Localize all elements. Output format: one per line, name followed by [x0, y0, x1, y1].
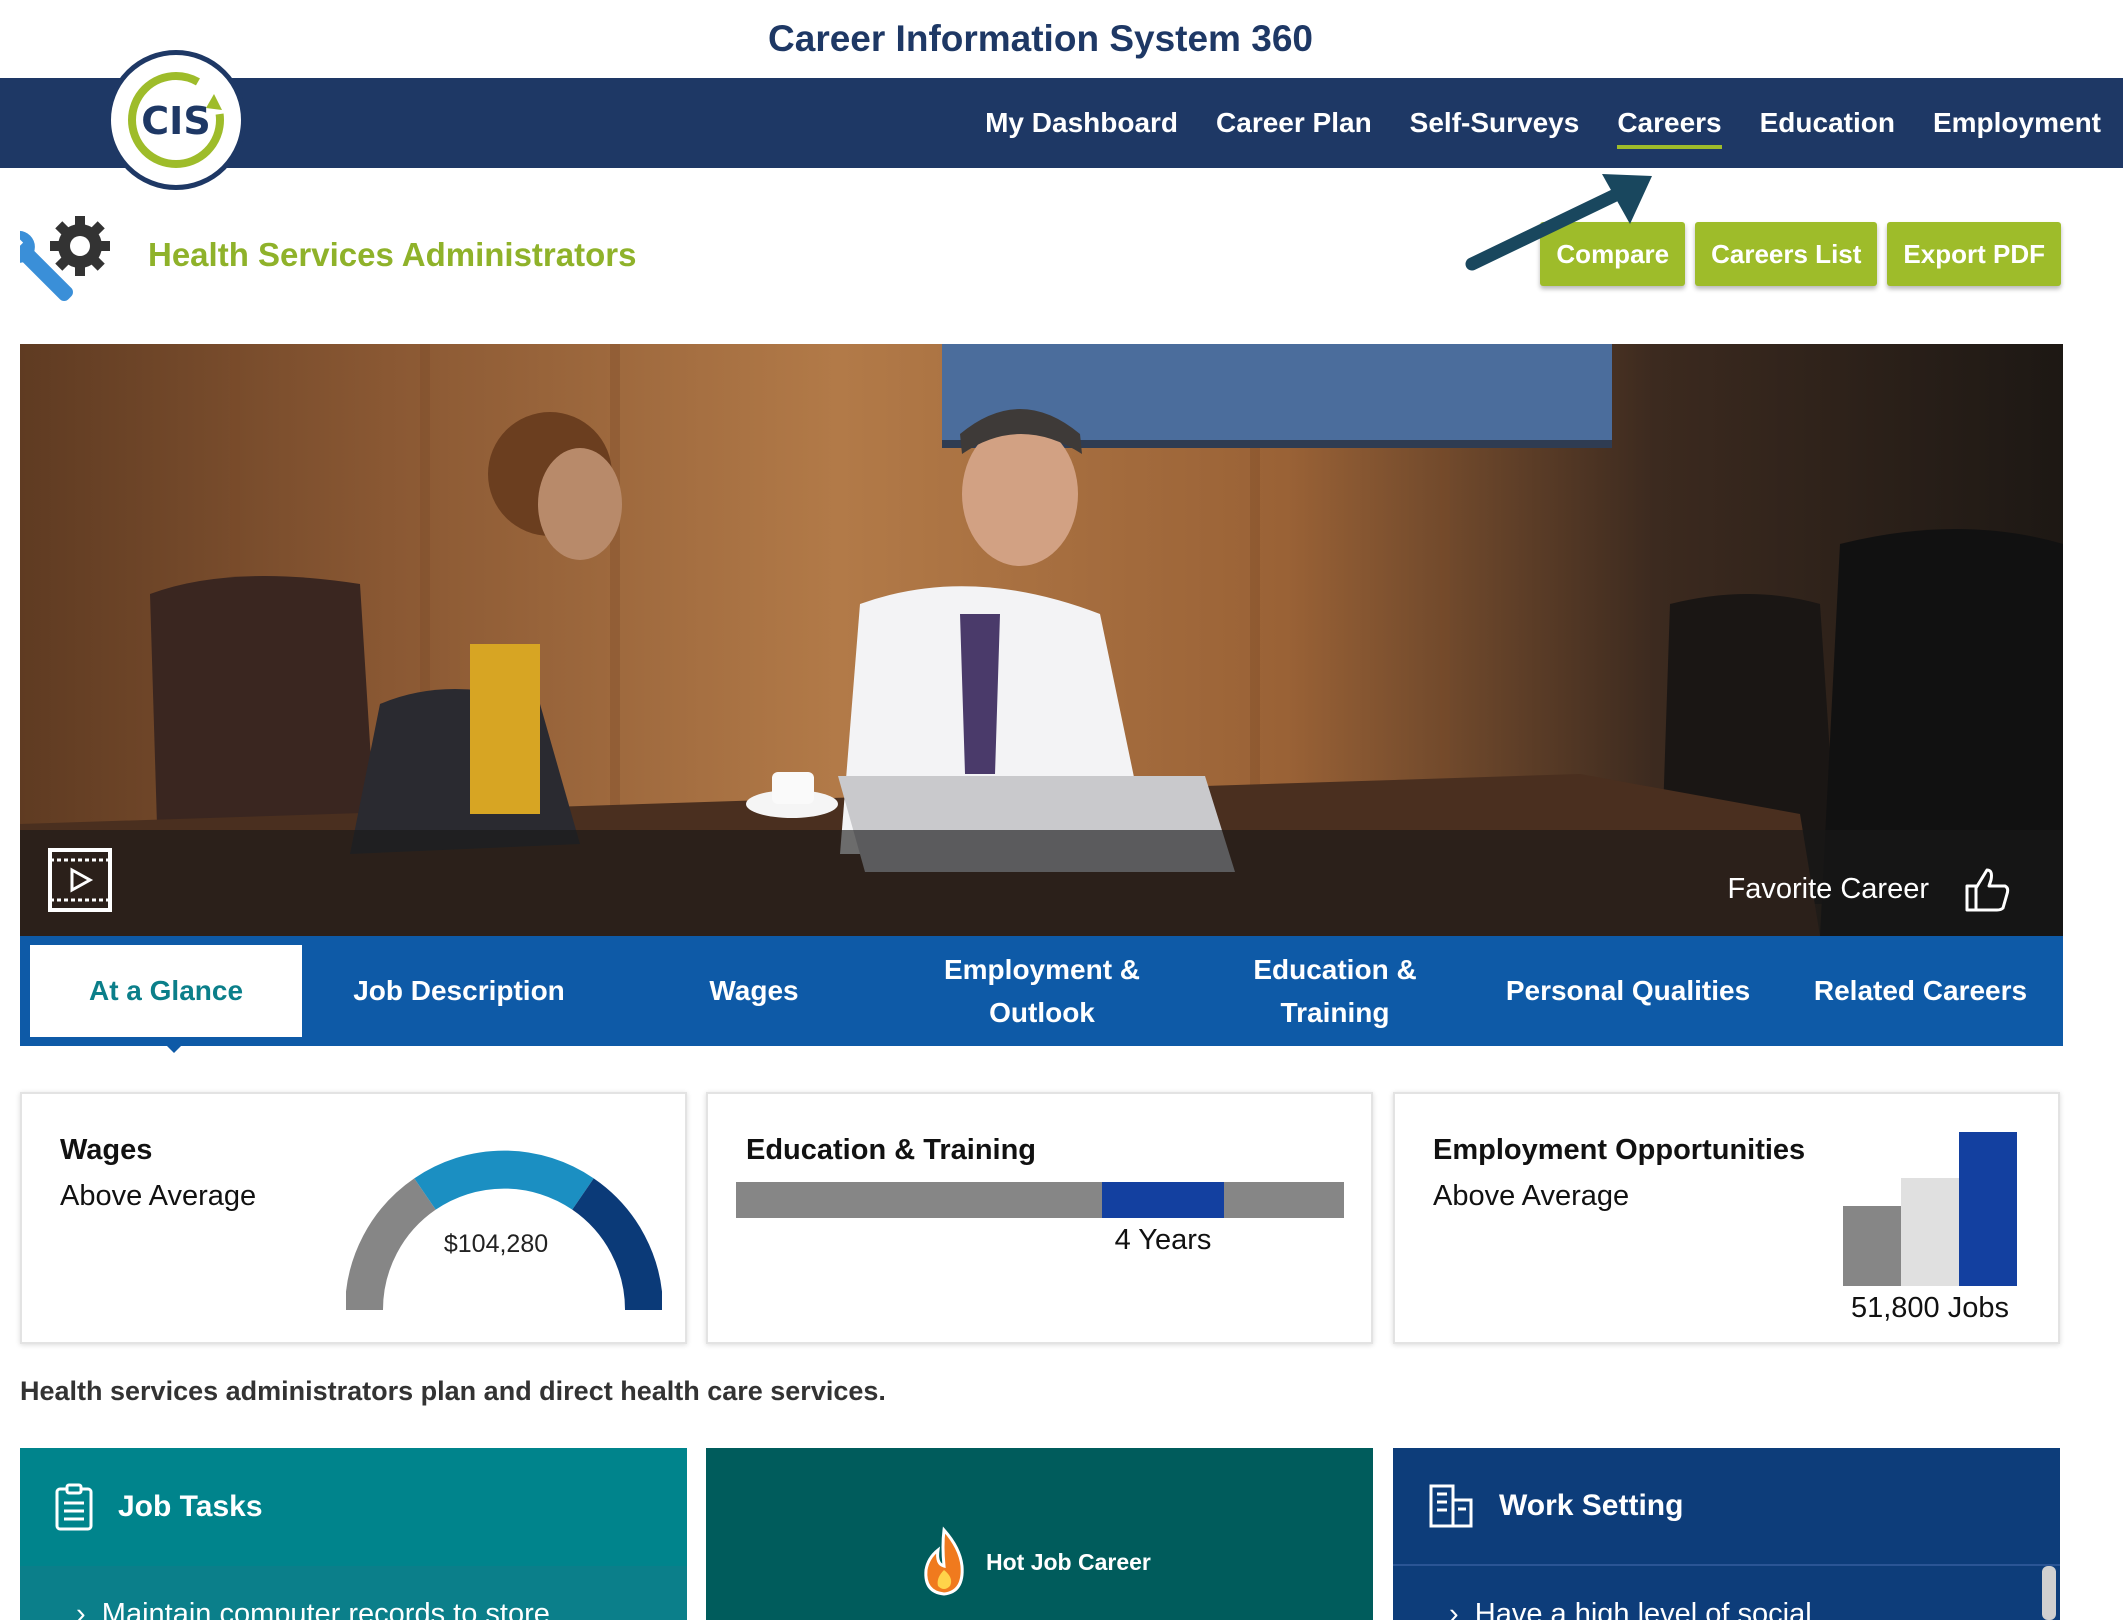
cis-logo[interactable]: CIS [106, 50, 246, 190]
career-header: Health Services Administrators [0, 200, 637, 311]
employment-level: Above Average [1433, 1180, 1630, 1212]
flame-icon [924, 1526, 964, 1596]
job-tasks-header: Job Tasks [20, 1448, 687, 1566]
employment-card-title: Employment Opportunities [1433, 1134, 1806, 1166]
employment-bar-high [1959, 1132, 2017, 1286]
annotation-arrow-icon [1465, 174, 1652, 271]
tab-wages[interactable]: Wages [616, 945, 892, 1037]
chevron-right-icon: › [1449, 1598, 1475, 1620]
tab-education-training[interactable]: Education & Training [1192, 945, 1478, 1037]
hot-job-badge: Hot Job Career [916, 1526, 1151, 1598]
job-tasks-panel[interactable]: Job Tasks › Maintain computer records to… [20, 1448, 687, 1620]
job-tasks-item-text: Maintain computer records to store [101, 1598, 550, 1620]
wages-value: $104,280 [444, 1230, 548, 1258]
top-navigation: My Dashboard Career Plan Self-Surveys Ca… [0, 78, 2123, 168]
tab-employment-outlook-line1: Employment & [943, 953, 1141, 985]
work-setting-title: Work Setting [1499, 1489, 1684, 1522]
career-hero-image: Favorite Career [20, 344, 2063, 936]
work-setting-item-text: Have a high level of social [1474, 1598, 1812, 1620]
tab-personal-qualities[interactable]: Personal Qualities [1478, 945, 1778, 1037]
careers-list-button[interactable]: Careers List [1695, 222, 1878, 286]
video-play-icon[interactable] [48, 848, 112, 912]
thumbs-up-icon [1965, 868, 2010, 912]
wages-level: Above Average [60, 1180, 257, 1212]
education-card[interactable]: Education & Training 4 Years [706, 1092, 1373, 1344]
work-setting-scrollbar[interactable] [2042, 1566, 2056, 1620]
employment-value: 51,800 Jobs [1850, 1292, 2009, 1324]
nav-my-dashboard[interactable]: My Dashboard [985, 101, 1178, 145]
nav-careers[interactable]: Careers [1617, 101, 1722, 149]
tab-employment-outlook[interactable]: Employment & Outlook [892, 945, 1192, 1037]
career-summary: Health services administrators plan and … [20, 1376, 886, 1406]
job-tasks-item[interactable]: › Maintain computer records to store [76, 1598, 550, 1620]
tab-education-training-line1: Education & [1253, 953, 1417, 985]
education-bar-fill [1102, 1182, 1224, 1218]
education-card-title: Education & Training [746, 1134, 1037, 1166]
wages-card-title: Wages [60, 1134, 153, 1166]
employment-bar-low [1843, 1206, 1901, 1286]
app-title: Career Information System 360 [768, 18, 1313, 59]
cis-logo-text: CIS [141, 99, 210, 143]
work-setting-panel[interactable]: Work Setting › Have a high level of soci… [1393, 1448, 2060, 1620]
export-pdf-button[interactable]: Export PDF [1887, 222, 2061, 286]
hot-job-panel: Hot Job Career [706, 1448, 1373, 1620]
hot-job-label: Hot Job Career [986, 1548, 1151, 1575]
nav-education[interactable]: Education [1760, 101, 1895, 145]
employment-card[interactable]: Employment Opportunities Above Average 5… [1393, 1092, 2060, 1344]
work-setting-header: Work Setting [1393, 1448, 2060, 1566]
career-title: Health Services Administrators [148, 236, 637, 273]
wages-gauge: $104,280 [346, 1150, 662, 1310]
building-icon [1429, 1484, 1473, 1528]
tools-icon [0, 200, 126, 311]
nav-self-surveys[interactable]: Self-Surveys [1410, 101, 1580, 145]
job-tasks-title: Job Tasks [118, 1490, 263, 1523]
tab-job-description[interactable]: Job Description [302, 945, 616, 1037]
career-tabs: At a Glance Job Description Wages Employ… [20, 936, 2063, 1053]
employment-bar-mid [1901, 1178, 1959, 1286]
clipboard-list-icon [55, 1483, 93, 1531]
wages-card[interactable]: Wages Above Average $104,280 [20, 1092, 687, 1344]
favorite-career-label: Favorite Career [1727, 872, 1929, 905]
cis-logo-mark: CIS [128, 72, 224, 168]
tab-at-a-glance[interactable]: At a Glance [30, 945, 302, 1053]
education-value: 4 Years [1114, 1224, 1212, 1256]
work-setting-item[interactable]: › Have a high level of social [1449, 1598, 1812, 1620]
favorite-career-toggle[interactable]: Favorite Career [1728, 864, 2013, 914]
nav-career-plan[interactable]: Career Plan [1216, 101, 1372, 145]
education-bar-track [736, 1182, 1344, 1218]
tab-employment-outlook-line2: Outlook [989, 997, 1095, 1028]
tab-education-training-line2: Training [1280, 997, 1390, 1028]
nav-employment[interactable]: Employment [1933, 101, 2101, 145]
tab-related-careers[interactable]: Related Careers [1778, 945, 2063, 1037]
chevron-right-icon: › [76, 1598, 102, 1620]
